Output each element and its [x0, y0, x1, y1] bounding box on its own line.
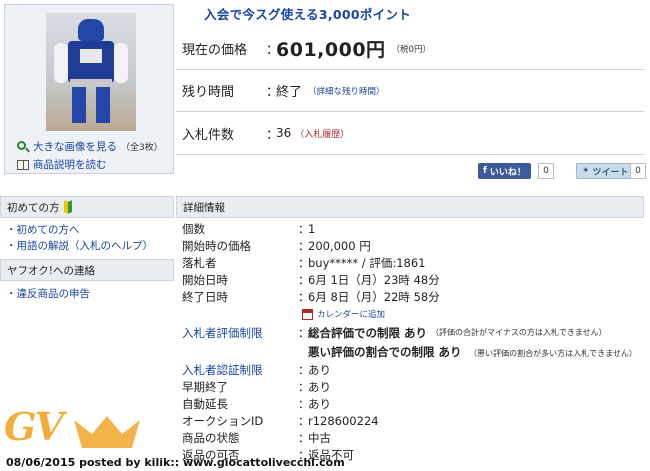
detail-label: 落札者	[182, 255, 217, 270]
current-price-row: 現在の価格 ： 601,000円 （税0円）	[176, 28, 644, 70]
detail-label: 自動延長	[182, 396, 228, 411]
tweet-label: ツイート	[592, 167, 629, 178]
add-to-calendar-label[interactable]: カレンダーに追加	[317, 308, 385, 320]
detail-value: 200,000 円	[308, 238, 371, 253]
detail-row-end-date: 終了日時 ： 6月 8日（月）22時 58分	[182, 289, 440, 304]
read-description-label[interactable]: 商品説明を読む	[33, 157, 107, 172]
robot-arm-right	[114, 43, 128, 83]
sidebar-section-contact: ヤフオク!への連絡	[0, 259, 174, 281]
facebook-like-button[interactable]: f いいね！	[478, 163, 531, 179]
detail-row-condition: 商品の状態 ： 中古	[182, 430, 331, 445]
robot-head	[78, 19, 104, 41]
sidebar-item-glossary[interactable]: ・用語の解説（入札のヘルプ）	[6, 238, 153, 253]
read-description-link[interactable]: 商品説明を読む	[17, 157, 107, 172]
view-large-image-link[interactable]: 大きな画像を見る （全3枚）	[17, 139, 163, 154]
detail-label: 開始日時	[182, 272, 228, 287]
time-left-value: 終了	[276, 85, 303, 100]
social-bar: f いいね！ 0 ✦ ツイート 0	[176, 154, 646, 182]
robot-leg-left	[72, 83, 86, 123]
detail-row-rating-restriction: 入札者評価制限 ： 総合評価での制限 あり （評価の合計がマイナスの方は入札でき…	[182, 325, 607, 341]
detail-value: 6月 8日（月）22時 58分	[308, 289, 440, 304]
bid-count-row: 入札件数 ： 36 （入札履歴）	[176, 112, 644, 154]
time-left-label: 残り時間	[182, 85, 235, 100]
detail-row-start-date: 開始日時 ： 6月 1日（月）23時 48分	[182, 272, 440, 287]
view-large-image-label[interactable]: 大きな画像を見る	[33, 139, 117, 154]
like-count: 0	[538, 163, 554, 179]
detail-label: 終了日時	[182, 289, 228, 304]
item-thumbnail[interactable]	[46, 13, 136, 131]
sidebar-section-title: 初めての方	[7, 201, 60, 214]
detail-label: 商品の状態	[182, 430, 240, 445]
detail-row-quantity: 個数 ： 1	[182, 221, 316, 236]
detail-row-winner: 落札者 ： buy***** / 評価:1861	[182, 255, 426, 270]
detail-row-start-price: 開始時の価格 ： 200,000 円	[182, 238, 371, 253]
image-count: （全3枚）	[121, 143, 163, 153]
tax-amount: （税0円）	[391, 44, 431, 55]
colon: ：	[266, 43, 280, 58]
twitter-icon: ✦	[582, 166, 590, 176]
magnifier-icon	[17, 140, 30, 153]
detail-value: あり	[308, 379, 331, 394]
detail-label: 開始時の価格	[182, 238, 251, 253]
detail-value: 6月 1日（月）23時 48分	[308, 272, 440, 287]
detail-label: 個数	[182, 221, 205, 236]
facebook-icon: f	[483, 166, 487, 176]
crown-watermark-icon	[74, 416, 140, 448]
bid-history-link[interactable]: （入札履歴）	[295, 127, 349, 140]
detail-value: 1	[308, 221, 316, 236]
book-icon	[17, 159, 29, 171]
restriction-note: （評価の合計がマイナスの方は入札できません）	[431, 328, 607, 337]
detail-value: あり	[308, 362, 331, 377]
robot-belt	[70, 79, 112, 87]
bid-count-value: 36	[276, 126, 292, 140]
points-promo-link[interactable]: 入会で今スグ使える3,000ポイント	[204, 4, 411, 23]
detail-value: 中古	[308, 430, 331, 445]
bid-count-label: 入札件数	[182, 127, 235, 143]
detail-row-auth-restriction: 入札者認証制限 ： あり	[182, 362, 331, 378]
detail-value: 悪い評価の割合での制限 あり	[308, 345, 462, 359]
sidebar-section-title: ヤフオク!への連絡	[7, 264, 95, 277]
detail-row-early-end: 早期終了 ： あり	[182, 379, 331, 394]
detail-value: r128600224	[308, 413, 379, 428]
detailed-time-link[interactable]: （詳細な残り時間）	[308, 85, 385, 97]
auth-restriction-link[interactable]: 入札者認証制限	[182, 362, 298, 378]
detail-row-auction-id: オークションID ： r128600224	[182, 413, 379, 428]
posted-by-footer: 08/06/2015 posted by kilik:: www.giocatt…	[6, 456, 345, 469]
restriction-note: （悪い評価の割合が多い方は入札できません）	[469, 349, 637, 358]
colon: ：	[266, 127, 280, 143]
detail-label: オークションID	[182, 413, 264, 428]
detail-value: buy***** / 評価:1861	[308, 255, 426, 270]
time-left-row: 残り時間 ： 終了 （詳細な残り時間）	[176, 70, 644, 112]
sidebar-item-report-violation[interactable]: ・違反商品の申告	[6, 286, 90, 301]
tweet-button[interactable]: ✦ ツイート	[576, 163, 635, 179]
robot-leg-right	[96, 83, 110, 123]
sidebar-section-beginners: 初めての方	[0, 196, 174, 218]
colon: ：	[266, 85, 280, 100]
item-photo-panel: 大きな画像を見る （全3枚） 商品説明を読む	[4, 4, 174, 174]
like-label: いいね！	[489, 167, 526, 178]
details-title: 詳細情報	[183, 201, 225, 214]
detail-value: 総合評価での制限 あり	[308, 325, 428, 340]
sidebar-item-beginners-guide[interactable]: ・初めての方へ	[6, 222, 80, 237]
rating-restriction-link[interactable]: 入札者評価制限	[182, 325, 298, 341]
current-price-label: 現在の価格	[182, 43, 248, 58]
details-header: 詳細情報	[176, 196, 644, 218]
robot-arm-left	[54, 43, 68, 83]
detail-row-auto-extend: 自動延長 ： あり	[182, 396, 331, 411]
add-to-calendar-link[interactable]: カレンダーに追加	[302, 308, 385, 320]
detail-label: 早期終了	[182, 379, 228, 394]
gv-watermark-logo: GV	[4, 404, 64, 449]
beginner-mark-icon	[63, 200, 73, 214]
calendar-icon	[302, 308, 313, 320]
robot-chest	[80, 49, 102, 63]
tweet-count: 0	[630, 163, 646, 179]
bad-rating-restriction: 悪い評価の割合での制限 あり （悪い評価の割合が多い方は入札できません）	[308, 344, 637, 360]
current-price-value: 601,000円	[276, 39, 386, 61]
detail-value: あり	[308, 396, 331, 411]
